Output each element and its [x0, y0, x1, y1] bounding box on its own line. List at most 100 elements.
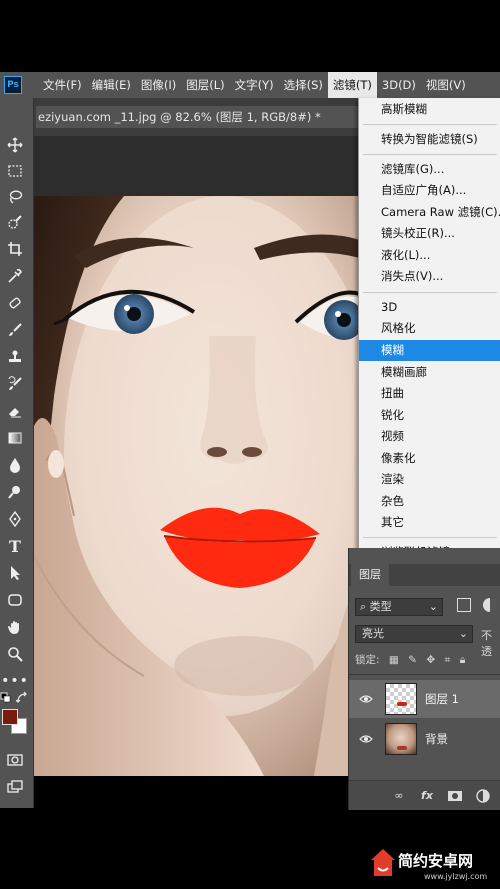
menu-select[interactable]: 选择(S) [279, 72, 328, 98]
lock-transparent-icon[interactable]: ▦ [389, 654, 399, 666]
lip-mark [397, 746, 407, 750]
layer-row-background[interactable]: 背景 [349, 720, 500, 758]
document-tab-bar: eziyuan.com _11.jpg @ 82.6% (图层 1, RGB/8… [0, 98, 360, 136]
brush-tool-icon[interactable] [4, 319, 26, 341]
layer-filter-label: 类型 [369, 600, 392, 613]
lock-artboard-icon[interactable]: ⌗ [444, 654, 450, 666]
menu-item-blur[interactable]: 模糊 [359, 340, 500, 361]
eraser-tool-icon[interactable] [4, 400, 26, 422]
layer-mask-icon[interactable] [447, 788, 463, 804]
foreground-color-swatch[interactable] [2, 709, 18, 725]
menu-3d[interactable]: 3D(D) [377, 72, 421, 98]
layer-name: 图层 1 [425, 692, 459, 706]
watermark-url: www.jylzwj.com [424, 872, 488, 881]
screen-mode-icon[interactable] [4, 776, 26, 798]
layer-row-layer1[interactable]: 图层 1 [349, 680, 500, 718]
layers-panel: 图层 ⌕ 类型 ⌄ 亮光 ⌄ 不透 锁定: ▦ ✎ ✥ ⌗ 🔒︎ 图层 1 背景… [348, 548, 500, 810]
menu-item-other[interactable]: 其它 [359, 512, 500, 533]
link-layers-icon[interactable]: ∞ [391, 788, 407, 804]
eyedropper-tool-icon[interactable] [4, 265, 26, 287]
default-colors-icon[interactable] [0, 692, 12, 704]
lock-all-icon[interactable]: 🔒︎ [460, 654, 466, 666]
menu-item-adaptive-wide-angle[interactable]: 自适应广角(A)... [359, 180, 500, 201]
watermark-title: 简约安卓网 [398, 852, 474, 870]
lock-position-icon[interactable]: ✥ [426, 654, 435, 666]
menu-item-3d[interactable]: 3D [359, 297, 500, 318]
menu-item-blur-gallery[interactable]: 模糊画廊 [359, 362, 500, 383]
crop-tool-icon[interactable] [4, 238, 26, 260]
adjustment-layer-icon[interactable] [475, 788, 491, 804]
menu-item-pixelate[interactable]: 像素化 [359, 448, 500, 469]
more-tools-icon[interactable]: ••• [1, 670, 28, 692]
filter-adjustment-icon[interactable] [483, 598, 497, 612]
clone-stamp-tool-icon[interactable] [4, 346, 26, 368]
document-canvas[interactable] [34, 196, 360, 776]
document-tab-title: eziyuan.com _11.jpg @ 82.6% (图层 1, RGB/8… [38, 110, 321, 124]
rectangle-tool-icon[interactable] [4, 589, 26, 611]
gradient-tool-icon[interactable] [4, 427, 26, 449]
divider [349, 674, 500, 675]
menu-separator [363, 537, 497, 538]
ps-logo-icon: Ps [4, 76, 22, 94]
menu-item-render[interactable]: 渲染 [359, 469, 500, 490]
blend-mode-select[interactable]: 亮光 ⌄ [355, 625, 473, 643]
lock-paint-icon[interactable]: ✎ [408, 654, 417, 666]
layer-style-icon[interactable]: fx [419, 788, 435, 804]
lock-label: 锁定: [355, 654, 380, 666]
marquee-tool-icon[interactable] [4, 160, 26, 182]
blur-tool-icon[interactable] [4, 454, 26, 476]
visibility-eye-icon[interactable] [359, 732, 373, 746]
chevron-down-icon: ⌄ [458, 627, 468, 640]
layer-filter-select[interactable]: ⌕ 类型 ⌄ [355, 598, 443, 616]
tools-panel: T ••• [0, 98, 34, 808]
quick-selection-tool-icon[interactable] [4, 212, 26, 234]
menu-item-convert-smart-filters[interactable]: 转换为智能滤镜(S) [359, 129, 500, 150]
dodge-tool-icon[interactable] [4, 481, 26, 503]
lock-row: 锁定: ▦ ✎ ✥ ⌗ 🔒︎ [355, 652, 465, 667]
menu-file[interactable]: 文件(F) [38, 72, 87, 98]
menu-image[interactable]: 图像(I) [136, 72, 181, 98]
menu-edit[interactable]: 编辑(E) [87, 72, 136, 98]
type-tool-icon[interactable]: T [4, 535, 26, 557]
path-selection-tool-icon[interactable] [4, 562, 26, 584]
menu-item-lens-correction[interactable]: 镜头校正(R)... [359, 223, 500, 244]
menu-item-camera-raw[interactable]: Camera Raw 滤镜(C)... [359, 202, 500, 223]
menu-item-video[interactable]: 视频 [359, 426, 500, 447]
menu-separator [363, 124, 497, 125]
menu-item-vanishing-point[interactable]: 消失点(V)... [359, 266, 500, 287]
opacity-label: 不透 [481, 629, 492, 658]
menu-item-noise[interactable]: 杂色 [359, 491, 500, 512]
menu-item-liquify[interactable]: 液化(L)... [359, 245, 500, 266]
document-tab[interactable]: eziyuan.com _11.jpg @ 82.6% (图层 1, RGB/8… [36, 106, 358, 128]
filter-dropdown-menu: 高斯模糊 转换为智能滤镜(S) 滤镜库(G)... 自适应广角(A)... Ca… [358, 98, 500, 568]
layers-tab[interactable]: 图层 [351, 564, 389, 586]
pen-tool-icon[interactable] [4, 508, 26, 530]
history-brush-tool-icon[interactable] [4, 373, 26, 395]
lip-mark [397, 702, 407, 706]
quick-mask-icon[interactable] [4, 749, 26, 771]
visibility-eye-icon[interactable] [359, 692, 373, 706]
menu-filter[interactable]: 滤镜(T) [327, 72, 377, 98]
menu-item-distort[interactable]: 扭曲 [359, 383, 500, 404]
menu-view[interactable]: 视图(V) [421, 72, 471, 98]
healing-brush-tool-icon[interactable] [4, 292, 26, 314]
house-logo-icon [371, 849, 395, 876]
menu-item-last-filter[interactable]: 高斯模糊 [359, 99, 500, 120]
swap-colors-icon[interactable] [16, 691, 28, 704]
menu-type[interactable]: 文字(Y) [230, 72, 279, 98]
menu-item-sharpen[interactable]: 锐化 [359, 405, 500, 426]
layers-panel-header: 图层 [349, 564, 500, 586]
menu-separator [363, 154, 497, 155]
blend-mode-value: 亮光 [362, 627, 384, 640]
layer-thumbnail [385, 683, 417, 715]
menu-layer[interactable]: 图层(L) [181, 72, 229, 98]
hand-tool-icon[interactable] [4, 616, 26, 638]
zoom-tool-icon[interactable] [4, 643, 26, 665]
search-icon: ⌕ [360, 600, 370, 613]
menu-item-stylize[interactable]: 风格化 [359, 318, 500, 339]
lasso-tool-icon[interactable] [4, 186, 26, 208]
menu-bar: Ps 文件(F) 编辑(E) 图像(I) 图层(L) 文字(Y) 选择(S) 滤… [0, 72, 500, 98]
menu-item-filter-gallery[interactable]: 滤镜库(G)... [359, 159, 500, 180]
move-tool-icon[interactable] [4, 134, 26, 156]
filter-image-icon[interactable] [457, 598, 471, 612]
